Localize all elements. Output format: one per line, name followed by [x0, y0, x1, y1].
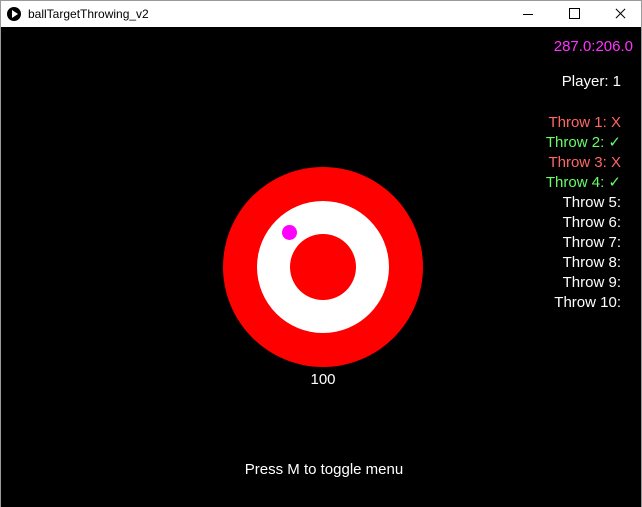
throw-label: Throw 1:: [548, 114, 607, 131]
thrown-ball[interactable]: [282, 225, 297, 240]
player-indicator: Player: 1: [561, 73, 621, 90]
app-window: ballTargetThrowing_v2 287.0:206.0 Player…: [0, 0, 642, 507]
target-bullseye: [290, 234, 356, 300]
throw-entry: Throw 4: ✓: [546, 173, 621, 193]
throw-result: X: [610, 114, 621, 131]
throw-label: Throw 7:: [562, 234, 621, 251]
throw-label: Throw 3:: [548, 154, 607, 171]
title-bar: ballTargetThrowing_v2: [1, 1, 641, 27]
throw-result: ✓: [608, 174, 621, 191]
minimize-button[interactable]: [505, 1, 551, 27]
throw-label: Throw 8:: [562, 254, 621, 271]
throw-result: X: [610, 154, 621, 171]
throw-entry: Throw 1: X: [546, 113, 621, 133]
throw-result: ✓: [608, 134, 621, 151]
throw-entry: Throw 9:: [546, 273, 621, 293]
throw-entry: Throw 8:: [546, 253, 621, 273]
maximize-button[interactable]: [551, 1, 597, 27]
processing-app-icon: [7, 7, 21, 21]
throw-label: Throw 9:: [562, 274, 621, 291]
close-button[interactable]: [597, 1, 642, 27]
throw-label: Throw 6:: [562, 214, 621, 231]
throw-entry: Throw 5:: [546, 193, 621, 213]
throw-label: Throw 5:: [562, 194, 621, 211]
window-title: ballTargetThrowing_v2: [28, 7, 149, 21]
throw-list: Throw 1: X Throw 2: ✓ Throw 3: X Throw 4…: [546, 113, 621, 313]
throw-entry: Throw 7:: [546, 233, 621, 253]
menu-hint: Press M to toggle menu: [244, 461, 404, 478]
throw-entry: Throw 6:: [546, 213, 621, 233]
throw-entry: Throw 3: X: [546, 153, 621, 173]
ball-coordinates: 287.0:206.0: [553, 38, 633, 55]
throw-label: Throw 2:: [545, 134, 605, 151]
throw-entry: Throw 10:: [546, 293, 621, 313]
throw-label: Throw 10:: [554, 294, 621, 311]
target-score: 100: [310, 371, 336, 388]
game-canvas[interactable]: 287.0:206.0 Player: 1 Throw 1: X Throw 2…: [1, 27, 641, 507]
throw-entry: Throw 2: ✓: [546, 133, 621, 153]
throw-label: Throw 4:: [545, 174, 605, 191]
